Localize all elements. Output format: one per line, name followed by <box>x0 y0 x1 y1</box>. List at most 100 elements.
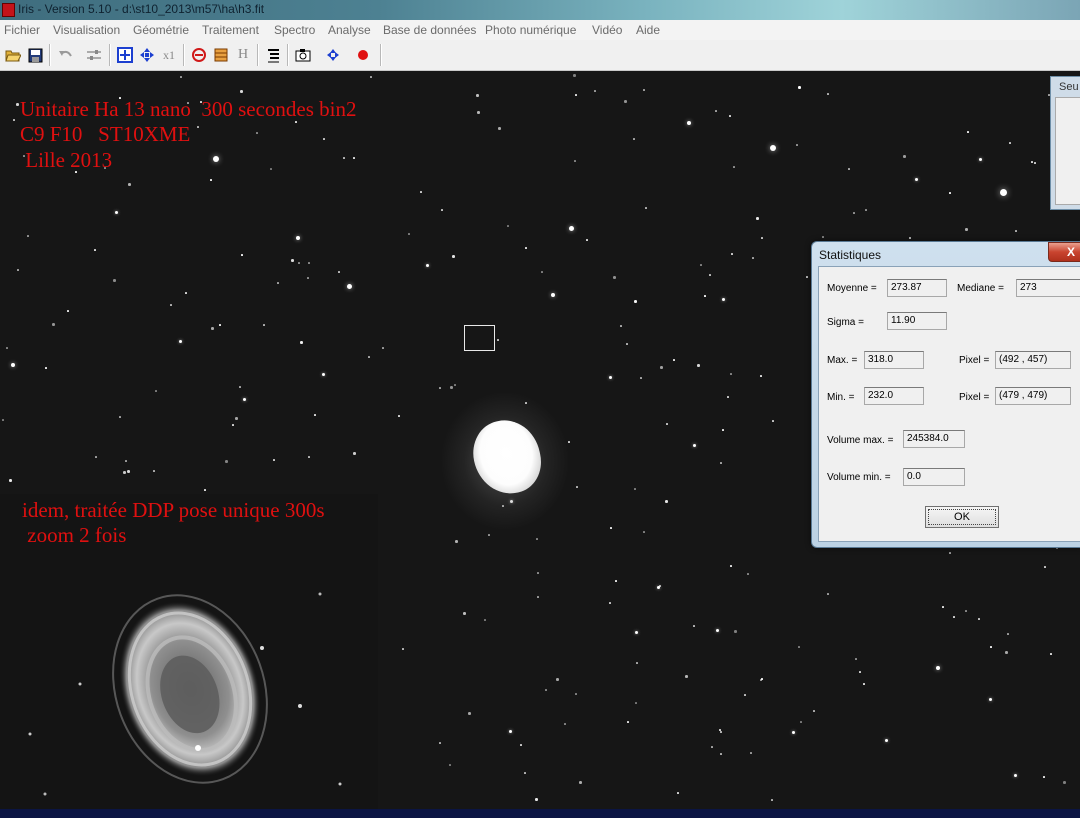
min-pixel-field[interactable]: (479 , 479) <box>995 387 1071 405</box>
star <box>507 225 509 227</box>
star <box>806 276 808 278</box>
star <box>225 460 228 463</box>
volume-min-field[interactable]: 0.0 <box>903 468 965 486</box>
max-pixel-field[interactable]: (492 , 457) <box>995 351 1071 369</box>
star <box>296 236 300 240</box>
star <box>277 282 279 284</box>
menu-base-de-donnees[interactable]: Base de données <box>383 23 476 37</box>
star <box>1043 776 1045 778</box>
star <box>353 157 355 159</box>
star <box>211 327 214 330</box>
star <box>119 416 121 418</box>
star <box>536 538 538 540</box>
star <box>747 573 749 575</box>
star <box>827 593 829 595</box>
star <box>497 339 499 341</box>
sigma-field[interactable]: 11.90 <box>887 312 947 330</box>
rotate-icon[interactable] <box>189 45 209 65</box>
star <box>731 253 733 255</box>
star <box>813 710 815 712</box>
star <box>113 279 116 282</box>
volume-max-field[interactable]: 245384.0 <box>903 430 965 448</box>
header-icon[interactable]: H <box>233 45 253 65</box>
star <box>967 131 969 133</box>
menu-spectro[interactable]: Spectro <box>274 23 315 37</box>
star <box>1044 566 1046 568</box>
mediane-field[interactable]: 273 <box>1016 279 1080 297</box>
star <box>634 300 637 303</box>
star <box>2 419 4 421</box>
max-field[interactable]: 318.0 <box>864 351 924 369</box>
star <box>1015 230 1017 232</box>
undo-icon[interactable] <box>55 45 75 65</box>
star <box>634 630 638 634</box>
star <box>990 646 992 648</box>
camera-icon[interactable] <box>293 45 313 65</box>
star <box>239 386 241 388</box>
open-icon[interactable] <box>3 45 23 65</box>
star <box>463 612 466 615</box>
zoom-1x-icon[interactable]: x1 <box>159 45 179 65</box>
star <box>715 628 719 632</box>
moyenne-field[interactable]: 273.87 <box>887 279 947 297</box>
star <box>822 236 824 238</box>
save-icon[interactable] <box>25 45 45 65</box>
star <box>476 94 479 97</box>
star <box>720 753 722 755</box>
menu-photo-numerique[interactable]: Photo numérique <box>485 23 576 37</box>
sigma-label: Sigma = <box>827 317 864 328</box>
min-label: Min. = <box>827 392 855 403</box>
selection-rectangle[interactable] <box>464 325 495 351</box>
star <box>343 157 345 159</box>
star <box>673 359 675 361</box>
zoom-fit-icon[interactable] <box>115 45 135 65</box>
menu-video[interactable]: Vidéo <box>592 23 622 37</box>
star <box>402 648 404 650</box>
menu-visualisation[interactable]: Visualisation <box>53 23 120 37</box>
star <box>575 94 577 96</box>
inset-zoom-image: idem, traitée DDP pose unique 300s zoom … <box>0 494 378 810</box>
menu-fichier[interactable]: Fichier <box>4 23 40 37</box>
min-field[interactable]: 232.0 <box>864 387 924 405</box>
star <box>730 373 732 375</box>
star <box>114 210 118 214</box>
pan-icon[interactable] <box>137 45 157 65</box>
menu-geometrie[interactable]: Géométrie <box>133 23 189 37</box>
star <box>508 729 512 733</box>
iris-app-icon <box>2 3 15 17</box>
star <box>321 372 325 376</box>
histogram-icon[interactable] <box>211 45 231 65</box>
star <box>692 443 696 447</box>
inset-annotation-line-1: idem, traitée DDP pose unique 300s <box>22 498 325 522</box>
menu-analyse[interactable]: Analyse <box>328 23 371 37</box>
star <box>153 470 155 472</box>
star <box>733 166 735 168</box>
seuils-panel-body <box>1055 97 1080 205</box>
menu-aide[interactable]: Aide <box>636 23 660 37</box>
menu-bar: Fichier Visualisation Géométrie Traiteme… <box>0 20 1080 41</box>
star <box>1013 773 1017 777</box>
star <box>180 76 182 78</box>
menu-traitement[interactable]: Traitement <box>202 23 259 37</box>
star <box>573 74 576 77</box>
list-icon[interactable] <box>263 45 283 65</box>
move-icon[interactable] <box>323 45 343 65</box>
star <box>721 297 725 301</box>
inset-annotation-line-2: zoom 2 fois <box>22 523 127 547</box>
star <box>273 459 275 461</box>
star <box>574 160 576 162</box>
record-icon[interactable] <box>353 45 373 65</box>
ok-button[interactable]: OK <box>925 506 999 528</box>
sliders-icon[interactable] <box>84 45 104 65</box>
seuils-panel[interactable]: Seu <box>1050 76 1080 210</box>
star <box>687 121 691 125</box>
star <box>537 596 539 598</box>
star <box>1034 162 1036 164</box>
star <box>241 254 243 256</box>
star <box>594 90 596 92</box>
annotation-line-2: C9 F10 ST10XME <box>20 122 191 146</box>
star <box>770 145 776 151</box>
close-button[interactable]: X <box>1048 242 1080 262</box>
star <box>1031 161 1033 163</box>
star <box>308 456 310 458</box>
